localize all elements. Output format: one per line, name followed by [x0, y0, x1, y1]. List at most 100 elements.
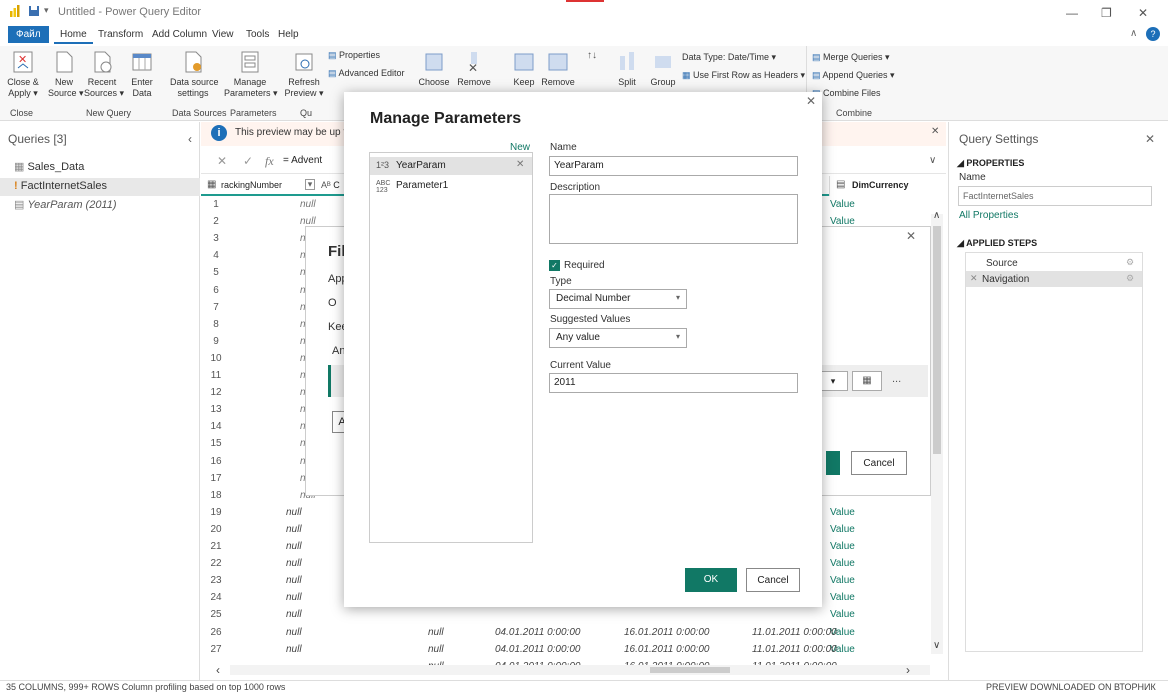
refresh-preview-button[interactable]: Refresh Preview ▾: [284, 50, 324, 99]
remove-columns-button[interactable]: ✕ Remove: [456, 50, 492, 88]
properties-section[interactable]: ◢ PROPERTIES: [957, 158, 1024, 169]
table-icon: [132, 53, 152, 71]
query-item-sales-data[interactable]: ▦ Sales_Data: [14, 160, 84, 173]
dialog-close-icon[interactable]: ✕: [806, 94, 816, 108]
filter-value-dropdown[interactable]: ▾: [818, 371, 848, 391]
append-queries-icon: ▤: [812, 70, 823, 80]
accept-formula-icon[interactable]: ✓: [243, 154, 253, 168]
filter-cancel-button[interactable]: Cancel: [851, 451, 907, 475]
required-checkbox[interactable]: ✓: [549, 260, 560, 271]
recent-sources-button[interactable]: Recent Sources ▾: [84, 50, 124, 99]
horizontal-scrollbar[interactable]: [230, 665, 930, 675]
query-item-factinternetsales[interactable]: ! FactInternetSales: [14, 180, 107, 192]
tab-transform[interactable]: Transform: [92, 27, 149, 42]
close-apply-button[interactable]: ✕ Close & Apply ▾: [6, 50, 40, 99]
restore-button[interactable]: ❐: [1101, 6, 1112, 20]
value-link[interactable]: Value: [830, 609, 855, 620]
scroll-up-icon[interactable]: ∧: [933, 210, 940, 221]
scroll-left-icon[interactable]: ‹: [216, 663, 220, 677]
group-by-button[interactable]: Group: [646, 50, 680, 88]
scroll-down-icon[interactable]: ∨: [933, 640, 940, 651]
quick-access-dropdown-icon[interactable]: ▾: [44, 5, 49, 16]
value-link[interactable]: Value: [830, 575, 855, 586]
append-queries-button[interactable]: ▤ Append Queries ▾: [812, 70, 895, 81]
tab-view[interactable]: View: [206, 27, 240, 42]
file-tab[interactable]: Файл: [8, 26, 49, 43]
close-settings-icon[interactable]: ✕: [1145, 132, 1155, 146]
choose-columns-button[interactable]: Choose: [416, 50, 452, 88]
sort-button[interactable]: ↑↓: [584, 50, 600, 61]
delete-param-icon[interactable]: ✕: [516, 159, 524, 170]
cancel-formula-icon[interactable]: ✕: [217, 154, 227, 168]
formula-input[interactable]: = Advent: [283, 155, 322, 166]
column-header-tracking[interactable]: rackingNumber: [221, 180, 282, 190]
manage-parameters-button[interactable]: Manage Parameters ▾: [224, 50, 278, 99]
all-properties-link[interactable]: All Properties: [959, 210, 1018, 221]
collapse-ribbon-icon[interactable]: ∧: [1130, 28, 1137, 39]
query-item-yearparam[interactable]: ▤ YearParam (2011): [14, 198, 117, 211]
value-link[interactable]: Value: [830, 524, 855, 535]
filter-ok-button[interactable]: [826, 451, 840, 475]
table-menu-icon[interactable]: ▦: [207, 179, 216, 190]
keep-rows-button[interactable]: Keep: [508, 50, 540, 88]
advanced-editor-button[interactable]: ▤ Advanced Editor: [328, 68, 405, 79]
scrollbar-thumb[interactable]: [933, 226, 941, 454]
suggested-values-dropdown[interactable]: Any value ▾: [549, 328, 687, 348]
expand-formula-icon[interactable]: ∨: [929, 155, 936, 166]
type-dropdown[interactable]: Decimal Number ▾: [549, 289, 687, 309]
remove-rows-button[interactable]: Remove: [540, 50, 576, 88]
delete-step-icon[interactable]: ✕: [970, 273, 978, 284]
value-link[interactable]: Value: [830, 507, 855, 518]
step-source[interactable]: Source ⚙: [966, 255, 1142, 271]
filter-close-icon[interactable]: ✕: [906, 229, 916, 243]
tab-tools[interactable]: Tools: [240, 27, 275, 42]
ok-button[interactable]: OK: [685, 568, 737, 592]
scroll-right-icon[interactable]: ›: [906, 663, 910, 677]
properties-button[interactable]: ▤ Properties: [328, 50, 380, 61]
name-label: Name: [550, 142, 577, 153]
applied-steps-section[interactable]: ◢ APPLIED STEPS: [957, 238, 1037, 249]
help-icon[interactable]: ?: [1146, 27, 1160, 41]
first-row-headers-button[interactable]: ▦ Use First Row as Headers ▾: [682, 70, 805, 81]
name-input[interactable]: YearParam: [549, 156, 798, 176]
close-warning-icon[interactable]: ✕: [931, 126, 939, 137]
step-navigation[interactable]: ✕ Navigation ⚙: [966, 271, 1142, 287]
query-name-input[interactable]: FactInternetSales: [958, 186, 1152, 206]
refresh-preview-label: Refresh Preview ▾: [284, 77, 324, 98]
column-header-c[interactable]: Aᴮ C: [321, 180, 340, 190]
current-value-input[interactable]: 2011: [549, 373, 798, 393]
tab-home[interactable]: Home: [54, 27, 93, 44]
param-label: Parameter1: [396, 180, 449, 191]
split-column-button[interactable]: Split: [612, 50, 642, 88]
param-item-yearparam[interactable]: 1²3 YearParam ✕: [370, 157, 532, 175]
data-type-dropdown[interactable]: Data Type: Date/Time ▾: [682, 52, 776, 63]
new-source-button[interactable]: New Source ▾: [48, 50, 84, 99]
vertical-scrollbar[interactable]: [931, 214, 943, 654]
merge-queries-button[interactable]: ▤ Merge Queries ▾: [812, 52, 890, 63]
value-link[interactable]: Value: [830, 199, 855, 210]
tab-help[interactable]: Help: [272, 27, 305, 42]
filter-radio[interactable]: O: [328, 297, 337, 309]
close-window-button[interactable]: ✕: [1138, 6, 1148, 20]
value-link[interactable]: Value: [830, 558, 855, 569]
tab-add-column[interactable]: Add Column: [146, 27, 213, 42]
more-options-icon[interactable]: ...: [892, 373, 901, 385]
data-source-settings-button[interactable]: Data source settings: [170, 50, 219, 99]
param-item-parameter1[interactable]: ABC 123 Parameter1: [370, 177, 532, 195]
combine-files-button[interactable]: ▤ Combine Files: [812, 88, 881, 99]
cancel-button[interactable]: Cancel: [746, 568, 800, 592]
calendar-icon[interactable]: ▦: [852, 371, 882, 391]
minimize-button[interactable]: —: [1066, 6, 1078, 20]
description-input[interactable]: [549, 194, 798, 244]
recent-sources-icon: [94, 51, 112, 73]
save-icon[interactable]: [28, 5, 40, 17]
column-header-dimcurrency[interactable]: ▤ DimCurrency: [829, 176, 931, 196]
gear-icon[interactable]: ⚙: [1126, 273, 1134, 284]
enter-data-button[interactable]: Enter Data: [126, 50, 158, 99]
column-filter-icon[interactable]: ▾: [305, 179, 315, 190]
hscroll-thumb[interactable]: [650, 667, 730, 673]
gear-icon[interactable]: ⚙: [1126, 257, 1134, 268]
value-link[interactable]: Value: [830, 592, 855, 603]
value-link[interactable]: Value: [830, 541, 855, 552]
collapse-queries-icon[interactable]: ‹: [188, 132, 192, 146]
